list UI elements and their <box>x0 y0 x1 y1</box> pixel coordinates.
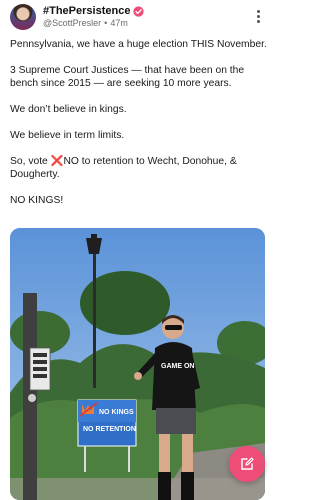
post-paragraph: 3 Supreme Court Justices — that have bee… <box>10 65 245 89</box>
cross-mark-icon: ❌ <box>50 156 64 167</box>
compose-icon <box>241 457 254 470</box>
post-image[interactable]: NO KINGS NO RETENTION GAME ON <box>10 228 265 500</box>
author-display-name[interactable]: #ThePersistence <box>43 5 130 17</box>
verified-badge-icon <box>133 5 145 17</box>
sign-line-2: NO RETENTION <box>83 426 136 433</box>
vote-prefix: So, vote <box>10 156 51 167</box>
more-vertical-icon[interactable] <box>251 7 265 25</box>
lamp-post <box>93 248 96 388</box>
sign-line-1: NO KINGS <box>99 409 134 416</box>
post-timestamp: 47m <box>110 18 128 28</box>
post-header: #ThePersistence @ScottPresler • 47m <box>10 3 265 31</box>
meta-separator: • <box>104 18 108 28</box>
avatar[interactable] <box>10 4 36 30</box>
author-name-row: #ThePersistence <box>43 4 145 18</box>
author-meta: @ScottPresler • 47m <box>43 18 128 28</box>
shirt-text: GAME ON <box>161 363 194 370</box>
post-paragraph: We don’t believe in kings. <box>10 104 127 115</box>
compose-button[interactable] <box>229 446 265 482</box>
author-handle[interactable]: @ScottPresler <box>43 18 101 28</box>
post-paragraph: Pennsylvania, we have a huge election TH… <box>10 39 267 50</box>
vote-paragraph: So, vote ❌NO to retention to Wecht, Dono… <box>10 155 268 181</box>
post-card: #ThePersistence @ScottPresler • 47m Penn… <box>0 0 275 500</box>
post-body: Pennsylvania, we have a huge election TH… <box>10 38 268 220</box>
closing-paragraph: NO KINGS! <box>10 195 64 206</box>
post-paragraph: We believe in term limits. <box>10 130 125 141</box>
photo-illustration: NO KINGS NO RETENTION GAME ON <box>10 228 265 500</box>
